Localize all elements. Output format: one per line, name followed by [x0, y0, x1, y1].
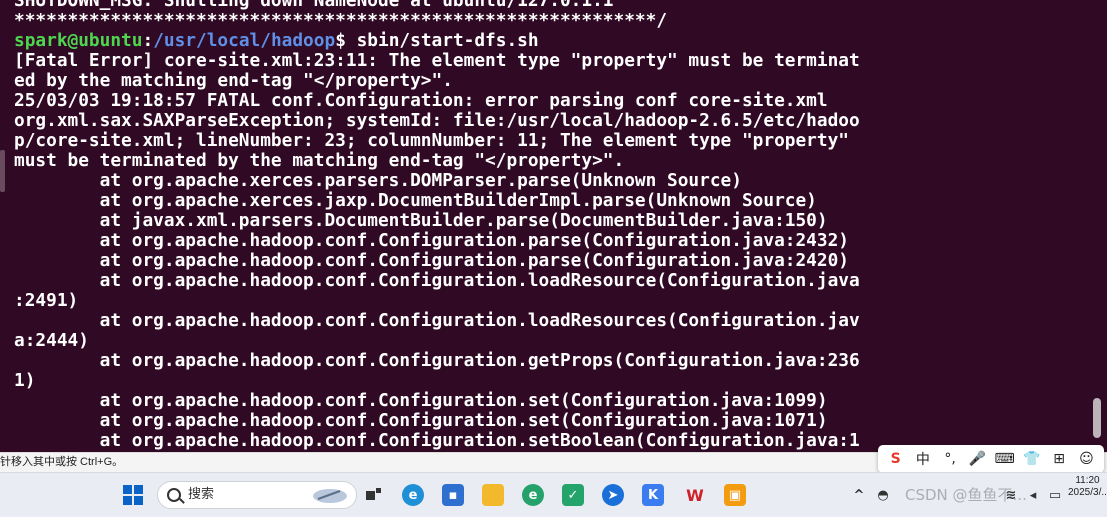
terminal-line: 1) — [14, 370, 36, 391]
terminal-line: at org.apache.xerces.parsers.DOMParser.p… — [14, 170, 742, 191]
ime-toolbar[interactable]: S 中 °, 🎤 ⌨ 👕 ⊞ ☺ — [878, 445, 1104, 473]
terminal-line: :2491) — [14, 290, 79, 311]
terminal-window[interactable]: SHUTDOWN_MSG: Shutting down NameNode at … — [0, 0, 1107, 452]
status-hint-text: 针移入其中或按 Ctrl+G。 — [0, 456, 124, 468]
terminal-app-icon[interactable]: ✓ — [562, 484, 584, 506]
prompt-separator: : — [142, 30, 154, 51]
terminal-line: [Fatal Error] core-site.xml:23:11: The e… — [14, 50, 860, 71]
terminal-line: ed by the matching end-tag "</property>"… — [14, 70, 453, 91]
widget-cloud-icon[interactable] — [310, 484, 350, 506]
ime-mode-chinese[interactable]: 中 — [912, 449, 934, 469]
wps-icon[interactable]: W — [684, 484, 706, 506]
terminal-line: org.xml.sax.SAXParseException; systemId:… — [14, 110, 860, 131]
terminal-line: at org.apache.hadoop.conf.Configuration.… — [14, 250, 850, 271]
terminal-line: ****************************************… — [14, 10, 668, 31]
lark-icon[interactable]: K — [642, 484, 664, 506]
terminal-line: a:2444) — [14, 330, 89, 351]
terminal-line: at org.apache.hadoop.conf.Configuration.… — [14, 230, 850, 251]
terminal-line: at org.apache.hadoop.conf.Configuration.… — [14, 390, 828, 411]
terminal-line: p/core-site.xml; lineNumber: 23; columnN… — [14, 130, 850, 151]
clock-date: 2025/3/.. — [1068, 487, 1107, 498]
terminal-line: at org.apache.xerces.jaxp.DocumentBuilde… — [14, 190, 817, 211]
left-edge-handle — [0, 150, 5, 192]
grid-menu-icon[interactable]: ⊞ — [1048, 451, 1070, 467]
mascot-icon[interactable]: ☺ — [1075, 451, 1097, 467]
skin-icon[interactable]: 👕 — [1021, 451, 1043, 467]
search-label: 搜索 — [188, 487, 215, 502]
keyboard-icon[interactable]: ⌨ — [994, 451, 1016, 467]
terminal-line: at org.apache.hadoop.conf.Configuration.… — [14, 350, 860, 371]
punctuation-icon[interactable]: °, — [939, 451, 961, 467]
ai-edge-icon[interactable]: e — [522, 484, 544, 506]
edge-browser-icon[interactable]: e — [402, 484, 424, 506]
tray-chevron-icon[interactable]: ^ — [848, 484, 870, 506]
terminal-line: at org.apache.hadoop.conf.Configuration.… — [14, 310, 860, 331]
terminal-line: at javax.xml.parsers.DocumentBuilder.par… — [14, 210, 828, 231]
terminal-line: at org.apache.hadoop.conf.Configuration.… — [14, 430, 860, 451]
task-view-icon[interactable] — [362, 484, 384, 506]
terminal-line: at org.apache.hadoop.conf.Configuration.… — [14, 410, 828, 431]
taskbar-clock[interactable]: 11:20 2025/3/.. — [1068, 475, 1107, 499]
prompt-command: $ sbin/start-dfs.sh — [335, 30, 539, 51]
blue-app-icon[interactable]: ➤ — [602, 484, 624, 506]
office-icon[interactable]: ▣ — [724, 484, 746, 506]
prompt-user: spark@ubuntu — [14, 30, 143, 51]
sogou-logo-icon[interactable]: S — [885, 451, 907, 467]
file-explorer-icon[interactable] — [482, 484, 504, 506]
search-icon — [167, 488, 181, 502]
tray-battery-icon[interactable]: ▭ — [1044, 484, 1066, 506]
store-icon[interactable]: ▪ — [442, 484, 464, 506]
microphone-icon[interactable]: 🎤 — [966, 451, 988, 467]
clock-time: 11:20 — [1075, 475, 1100, 486]
terminal-line: 25/03/03 19:18:57 FATAL conf.Configurati… — [14, 90, 828, 111]
tray-app-icon[interactable]: ◓ — [872, 484, 894, 506]
terminal-prompt-line: spark@ubuntu:/usr/local/hadoop$ sbin/sta… — [14, 31, 860, 51]
terminal-output: SHUTDOWN_MSG: Shutting down NameNode at … — [14, 0, 860, 451]
prompt-path: /usr/local/hadoop — [153, 30, 336, 51]
terminal-line: at org.apache.hadoop.conf.Configuration.… — [14, 270, 860, 291]
windows-start-icon[interactable] — [122, 484, 144, 506]
csdn-watermark: CSDN @鱼鱼不... — [905, 486, 1027, 504]
terminal-line: must be terminated by the matching end-t… — [14, 150, 625, 171]
terminal-scrollbar[interactable] — [1093, 398, 1101, 438]
